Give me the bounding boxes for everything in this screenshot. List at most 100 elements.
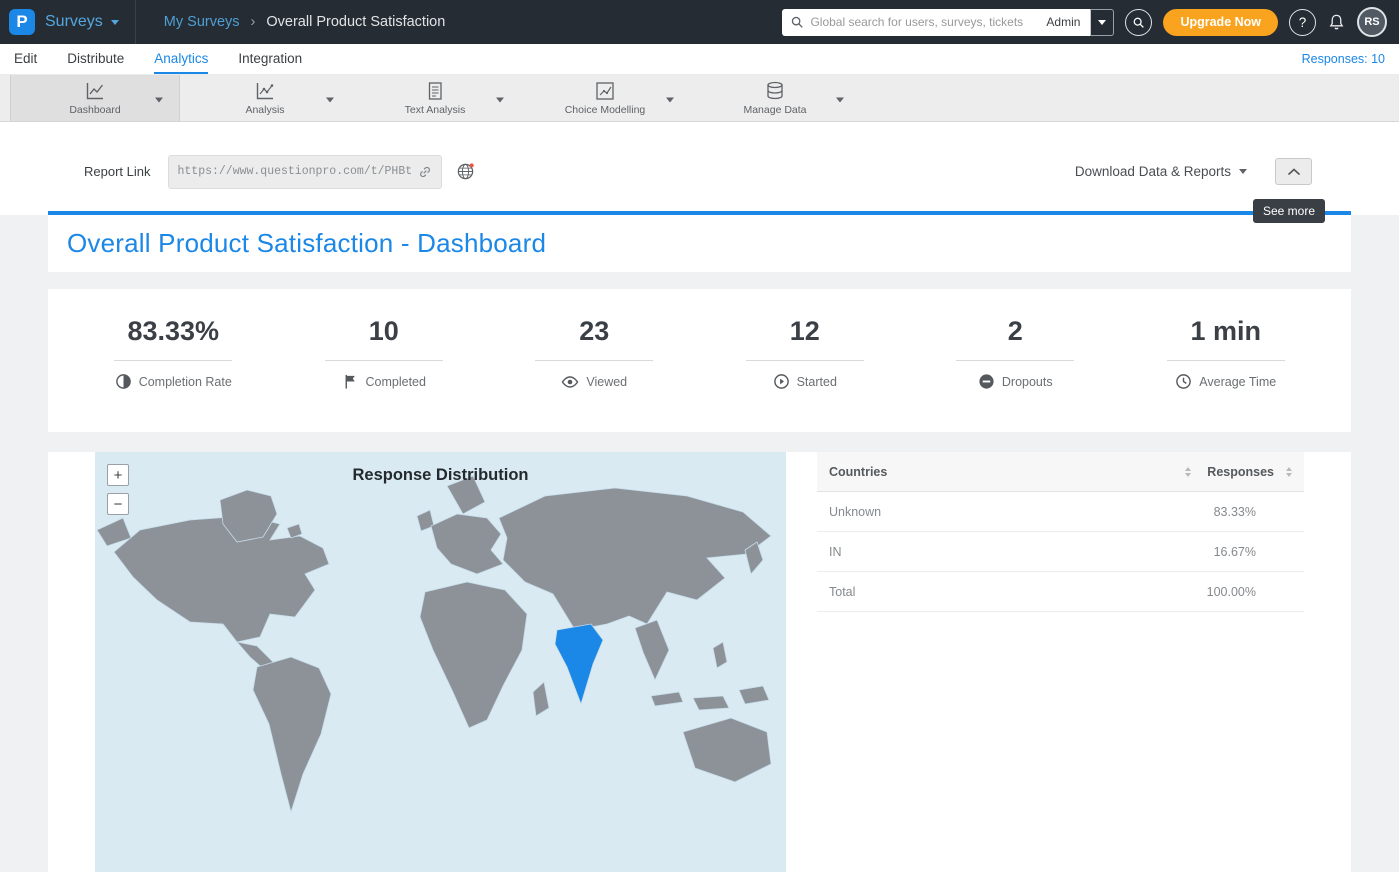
column-header-countries[interactable]: Countries	[829, 465, 887, 479]
help-button[interactable]: ?	[1289, 9, 1316, 36]
breadcrumb-my-surveys[interactable]: My Surveys	[164, 14, 240, 30]
stat-value: 2	[910, 316, 1121, 347]
toolbar-tab-manage-data[interactable]: Manage Data	[690, 75, 860, 121]
text-analysis-dropdown[interactable]	[492, 87, 508, 110]
stat-completed: 10 Completed	[279, 316, 490, 432]
upgrade-now-button[interactable]: Upgrade Now	[1163, 9, 1278, 36]
stat-label: Average Time	[1199, 375, 1276, 389]
world-map[interactable]	[95, 452, 786, 872]
surveys-menu[interactable]: Surveys	[35, 0, 136, 44]
custom-domain-globe-icon[interactable]	[456, 162, 475, 181]
dashboard-chart-icon	[84, 80, 106, 102]
analysis-chart-icon	[254, 80, 276, 102]
stat-value: 10	[279, 316, 490, 347]
survey-nav: Edit Distribute Analytics Integration Re…	[0, 44, 1399, 75]
nav-item-analytics[interactable]: Analytics	[154, 44, 208, 74]
download-data-reports-menu[interactable]: Download Data & Reports	[1075, 164, 1247, 179]
chevron-down-icon	[1239, 169, 1247, 174]
stat-viewed: 23 Viewed	[489, 316, 700, 432]
sort-icon[interactable]	[1286, 467, 1292, 477]
advanced-search-button[interactable]	[1125, 9, 1152, 36]
global-search-input[interactable]	[810, 15, 1040, 29]
toolbar-tab-dashboard[interactable]: Dashboard	[10, 75, 180, 121]
choice-modelling-icon	[594, 80, 616, 102]
topbar-actions: Admin Upgrade Now ? RS	[782, 7, 1399, 37]
stat-label: Viewed	[586, 375, 627, 389]
zoom-out-button[interactable]: −	[107, 493, 129, 515]
divider	[1167, 360, 1285, 361]
stat-dropouts: 2 Dropouts	[910, 316, 1121, 432]
search-scope-label[interactable]: Admin	[1046, 15, 1082, 29]
chevron-down-icon	[326, 98, 334, 103]
stat-label: Started	[797, 375, 837, 389]
report-url-text: https://www.questionpro.com/t/PHBt	[177, 165, 413, 178]
tab-label: Dashboard	[69, 104, 120, 116]
stat-label: Dropouts	[1002, 375, 1053, 389]
nav-item-distribute[interactable]: Distribute	[67, 44, 124, 74]
see-more-tooltip: See more	[1253, 199, 1325, 223]
country-cell: Total	[829, 585, 855, 599]
table-row: Unknown 83.33%	[817, 492, 1304, 532]
avatar[interactable]: RS	[1357, 7, 1387, 37]
dashboard-dropdown[interactable]	[151, 87, 167, 110]
zoom-in-button[interactable]: +	[107, 464, 129, 486]
sort-icon[interactable]	[1185, 467, 1191, 477]
nav-item-integration[interactable]: Integration	[238, 44, 302, 74]
countries-table-header: Countries Responses	[817, 452, 1304, 492]
toolbar-tab-analysis[interactable]: Analysis	[180, 75, 350, 121]
divider	[325, 360, 443, 361]
report-url-field[interactable]: https://www.questionpro.com/t/PHBt	[168, 155, 442, 189]
page-title: Overall Product Satisfaction - Dashboard	[67, 228, 546, 259]
map-title: Response Distribution	[95, 466, 786, 485]
average-time-clock-icon	[1175, 373, 1192, 390]
search-scope-dropdown[interactable]	[1090, 9, 1114, 36]
questionpro-logo[interactable]: P	[9, 9, 35, 35]
choice-modelling-dropdown[interactable]	[662, 87, 678, 110]
world-map-widget[interactable]: Response Distribution + −	[95, 452, 786, 872]
country-cell: IN	[829, 545, 842, 559]
divider	[956, 360, 1074, 361]
chevron-up-icon	[1287, 168, 1301, 176]
surveys-menu-label: Surveys	[45, 13, 103, 31]
notifications-bell-icon[interactable]	[1327, 13, 1346, 32]
top-navbar: P Surveys My Surveys › Overall Product S…	[0, 0, 1399, 44]
countries-table: Countries Responses Unknown 83.33% IN 16…	[817, 452, 1304, 872]
toolbar-tab-text-analysis[interactable]: Text Analysis	[350, 75, 520, 121]
search-icon	[1132, 16, 1145, 29]
tab-label: Manage Data	[743, 104, 806, 116]
completed-flag-icon	[342, 373, 359, 390]
search-icon	[790, 15, 804, 29]
responses-count-badge: Responses: 10	[1302, 52, 1385, 66]
stat-label: Completion Rate	[139, 375, 232, 389]
chevron-down-icon	[1098, 20, 1106, 25]
country-cell: Unknown	[829, 505, 881, 519]
collapse-panel-button[interactable]	[1275, 158, 1312, 185]
stat-value: 1 min	[1121, 316, 1332, 347]
tab-label: Analysis	[245, 104, 284, 116]
stat-value: 12	[700, 316, 911, 347]
response-distribution-section: Response Distribution + −	[48, 452, 1351, 872]
column-header-responses[interactable]: Responses	[1207, 465, 1274, 479]
survey-stats-card: 83.33% Completion Rate 10 Completed 23	[48, 289, 1351, 432]
global-search: Admin	[782, 9, 1114, 36]
link-icon[interactable]	[417, 164, 433, 180]
report-actions: Download Data & Reports	[1075, 158, 1399, 185]
breadcrumb-current: Overall Product Satisfaction	[266, 14, 445, 30]
download-data-reports-label: Download Data & Reports	[1075, 164, 1231, 179]
analysis-dropdown[interactable]	[322, 87, 338, 110]
chevron-down-icon	[496, 98, 504, 103]
toolbar-tab-choice-modelling[interactable]: Choice Modelling	[520, 75, 690, 121]
report-link-bar: Report Link https://www.questionpro.com/…	[0, 122, 1399, 215]
map-zoom-controls: + −	[107, 464, 129, 515]
world-map-land	[97, 476, 771, 812]
table-row: Total 100.00%	[817, 572, 1304, 612]
chevron-down-icon	[155, 98, 163, 103]
stat-average-time: 1 min Average Time	[1121, 316, 1332, 432]
manage-data-dropdown[interactable]	[832, 87, 848, 110]
completion-rate-icon	[115, 373, 132, 390]
started-play-icon	[773, 373, 790, 390]
map-country-india[interactable]	[555, 624, 603, 704]
nav-item-edit[interactable]: Edit	[14, 44, 37, 74]
chevron-down-icon	[836, 98, 844, 103]
breadcrumb: My Surveys › Overall Product Satisfactio…	[164, 14, 446, 30]
